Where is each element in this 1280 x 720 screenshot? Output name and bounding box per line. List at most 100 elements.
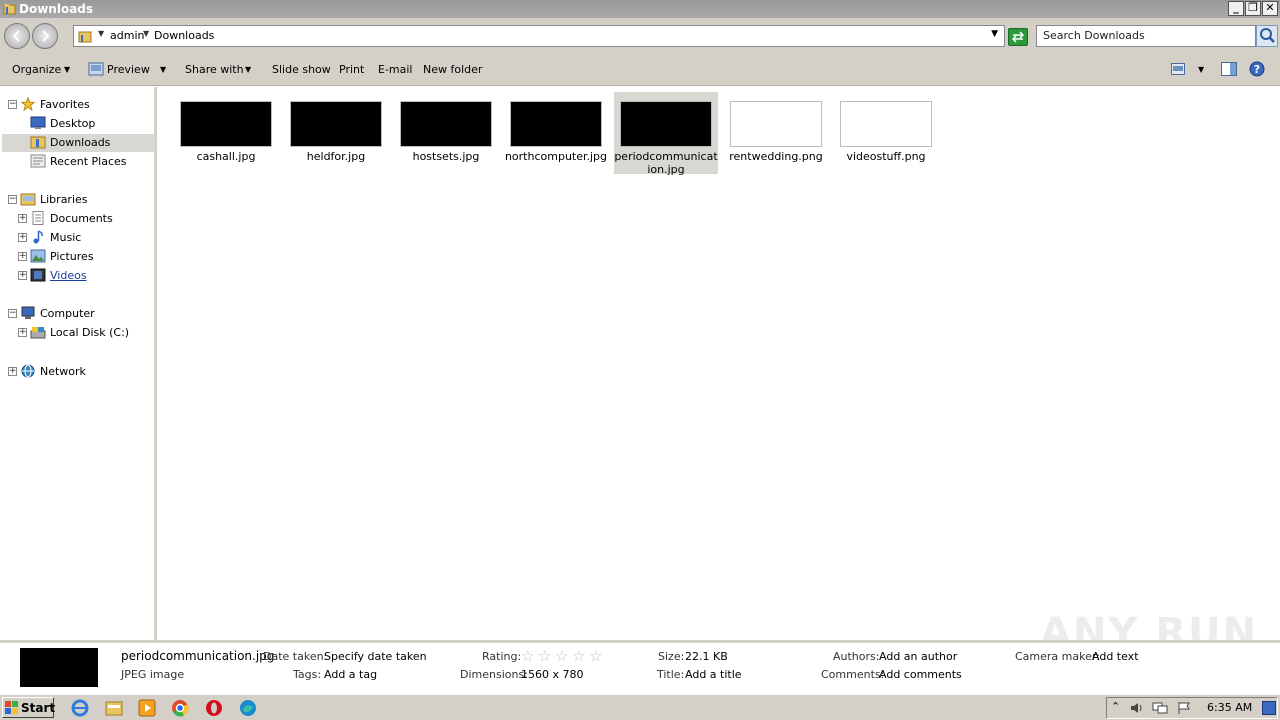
file-thumbnail [290, 101, 382, 147]
rating-star-icon[interactable]: ☆ [521, 647, 534, 665]
action-center-flag-icon[interactable] [1176, 701, 1192, 715]
preview-icon [88, 62, 104, 76]
slide-show-button[interactable]: Slide show [272, 63, 331, 76]
address-dropdown-icon[interactable]: ▼ [991, 29, 998, 39]
chevron-down-icon[interactable]: ▼ [245, 65, 251, 74]
collapse-favorites-icon[interactable]: − [8, 100, 17, 109]
nav-downloads[interactable]: Downloads [2, 134, 155, 152]
nav-computer[interactable]: Computer [20, 305, 155, 323]
nav-local-disk[interactable]: Local Disk (C:) [30, 324, 155, 342]
chevron-down-icon[interactable]: ▼ [1198, 65, 1204, 74]
expand-network-icon[interactable]: + [8, 367, 17, 376]
file-thumbnail [840, 101, 932, 147]
expand-local-disk-icon[interactable]: + [18, 328, 27, 337]
print-button[interactable]: Print [339, 63, 364, 76]
rating-star-icon[interactable]: ☆ [589, 647, 602, 665]
media-player-icon[interactable] [137, 698, 157, 718]
help-icon[interactable]: ? [1249, 61, 1265, 77]
date-taken-field[interactable]: Specify date taken [324, 650, 427, 663]
search-input[interactable]: Search Downloads [1036, 25, 1256, 47]
preview-button[interactable]: Preview [107, 63, 150, 76]
file-item[interactable]: videostuff.png [834, 92, 938, 174]
pictures-icon [30, 249, 46, 263]
clock[interactable]: 6:35 AM [1207, 701, 1252, 714]
nav-videos[interactable]: Videos [30, 267, 155, 285]
rating-star-icon[interactable]: ☆ [572, 647, 585, 665]
opera-icon[interactable] [204, 698, 224, 718]
nav-downloads-label: Downloads [50, 136, 111, 149]
organize-button[interactable]: Organize [12, 63, 61, 76]
nav-favorites-label: Favorites [40, 98, 90, 111]
comments-field[interactable]: Add comments [879, 668, 962, 681]
internet-explorer-icon[interactable] [70, 698, 90, 718]
rating-star-icon[interactable]: ☆ [555, 647, 568, 665]
back-arrow-icon [12, 30, 20, 42]
authors-label: Authors: [833, 650, 880, 663]
details-thumbnail [20, 648, 98, 687]
chevron-down-icon[interactable]: ▼ [143, 29, 149, 38]
file-name: videostuff.png [846, 150, 926, 163]
navigation-pane: − Favorites Desktop Downloads Recent Pla… [0, 87, 157, 640]
breadcrumb-admin[interactable]: admin [110, 29, 144, 42]
libraries-icon [20, 193, 36, 206]
expand-documents-icon[interactable]: + [18, 214, 27, 223]
network-tray-icon[interactable] [1152, 701, 1168, 715]
file-item[interactable]: hostsets.jpg [394, 92, 498, 174]
expand-music-icon[interactable]: + [18, 233, 27, 242]
recent-places-icon [30, 154, 46, 168]
title-field[interactable]: Add a title [685, 668, 742, 681]
nav-network-label: Network [40, 365, 86, 378]
file-item[interactable]: heldfor.jpg [284, 92, 388, 174]
show-hidden-icons-icon[interactable]: ⌃ [1111, 700, 1120, 713]
expand-videos-icon[interactable]: + [18, 271, 27, 280]
back-button[interactable] [4, 23, 30, 49]
comments-label: Comments: [821, 668, 885, 681]
change-view-icon[interactable] [1171, 63, 1185, 75]
start-button[interactable]: Start [2, 697, 55, 718]
search-button[interactable] [1256, 25, 1278, 47]
authors-field[interactable]: Add an author [879, 650, 957, 663]
file-explorer-icon[interactable] [104, 698, 124, 718]
chevron-down-icon[interactable]: ▼ [160, 65, 166, 74]
nav-music[interactable]: Music [30, 229, 155, 247]
email-button[interactable]: E-mail [378, 63, 413, 76]
nav-documents[interactable]: Documents [30, 210, 155, 228]
show-desktop-button[interactable] [1262, 701, 1276, 715]
file-item-selected[interactable]: periodcommunication.jpg [614, 92, 718, 176]
nav-desktop[interactable]: Desktop [30, 115, 155, 133]
maximize-button[interactable]: ❐ [1245, 1, 1261, 16]
nav-libraries[interactable]: Libraries [20, 191, 155, 209]
edge-icon[interactable] [238, 698, 258, 718]
file-item[interactable]: rentwedding.png [724, 92, 828, 174]
preview-pane-icon[interactable] [1221, 62, 1237, 76]
network-icon [21, 364, 35, 378]
chevron-down-icon[interactable]: ▼ [98, 29, 104, 38]
close-button[interactable]: ✕ [1262, 1, 1278, 16]
file-name: northcomputer.jpg [504, 150, 608, 163]
nav-network[interactable]: Network [20, 363, 155, 381]
chrome-icon[interactable] [170, 698, 190, 718]
new-folder-button[interactable]: New folder [423, 63, 482, 76]
camera-maker-field[interactable]: Add text [1092, 650, 1139, 663]
tags-field[interactable]: Add a tag [324, 668, 377, 681]
nav-recent-places[interactable]: Recent Places [30, 153, 155, 171]
chevron-down-icon[interactable]: ▼ [64, 65, 70, 74]
address-bar[interactable]: ▼ admin ▼ Downloads ▼ [73, 25, 1005, 47]
file-item[interactable]: cashall.jpg [174, 92, 278, 174]
forward-button[interactable] [32, 23, 58, 49]
nav-favorites[interactable]: Favorites [20, 96, 155, 114]
file-item[interactable]: northcomputer.jpg [504, 92, 608, 174]
refresh-button[interactable] [1008, 28, 1028, 46]
share-with-button[interactable]: Share with [185, 63, 244, 76]
command-bar: Organize ▼ Preview ▼ Share with ▼ Slide … [0, 54, 1280, 86]
breadcrumb-downloads[interactable]: Downloads [154, 29, 214, 42]
rating-star-icon[interactable]: ☆ [538, 647, 551, 665]
expand-pictures-icon[interactable]: + [18, 252, 27, 261]
star-icon [20, 97, 36, 111]
computer-icon [21, 306, 35, 319]
minimize-button[interactable]: _ [1228, 1, 1244, 16]
nav-pictures[interactable]: Pictures [30, 248, 155, 266]
collapse-libraries-icon[interactable]: − [8, 195, 17, 204]
collapse-computer-icon[interactable]: − [8, 309, 17, 318]
volume-icon[interactable] [1129, 701, 1145, 715]
